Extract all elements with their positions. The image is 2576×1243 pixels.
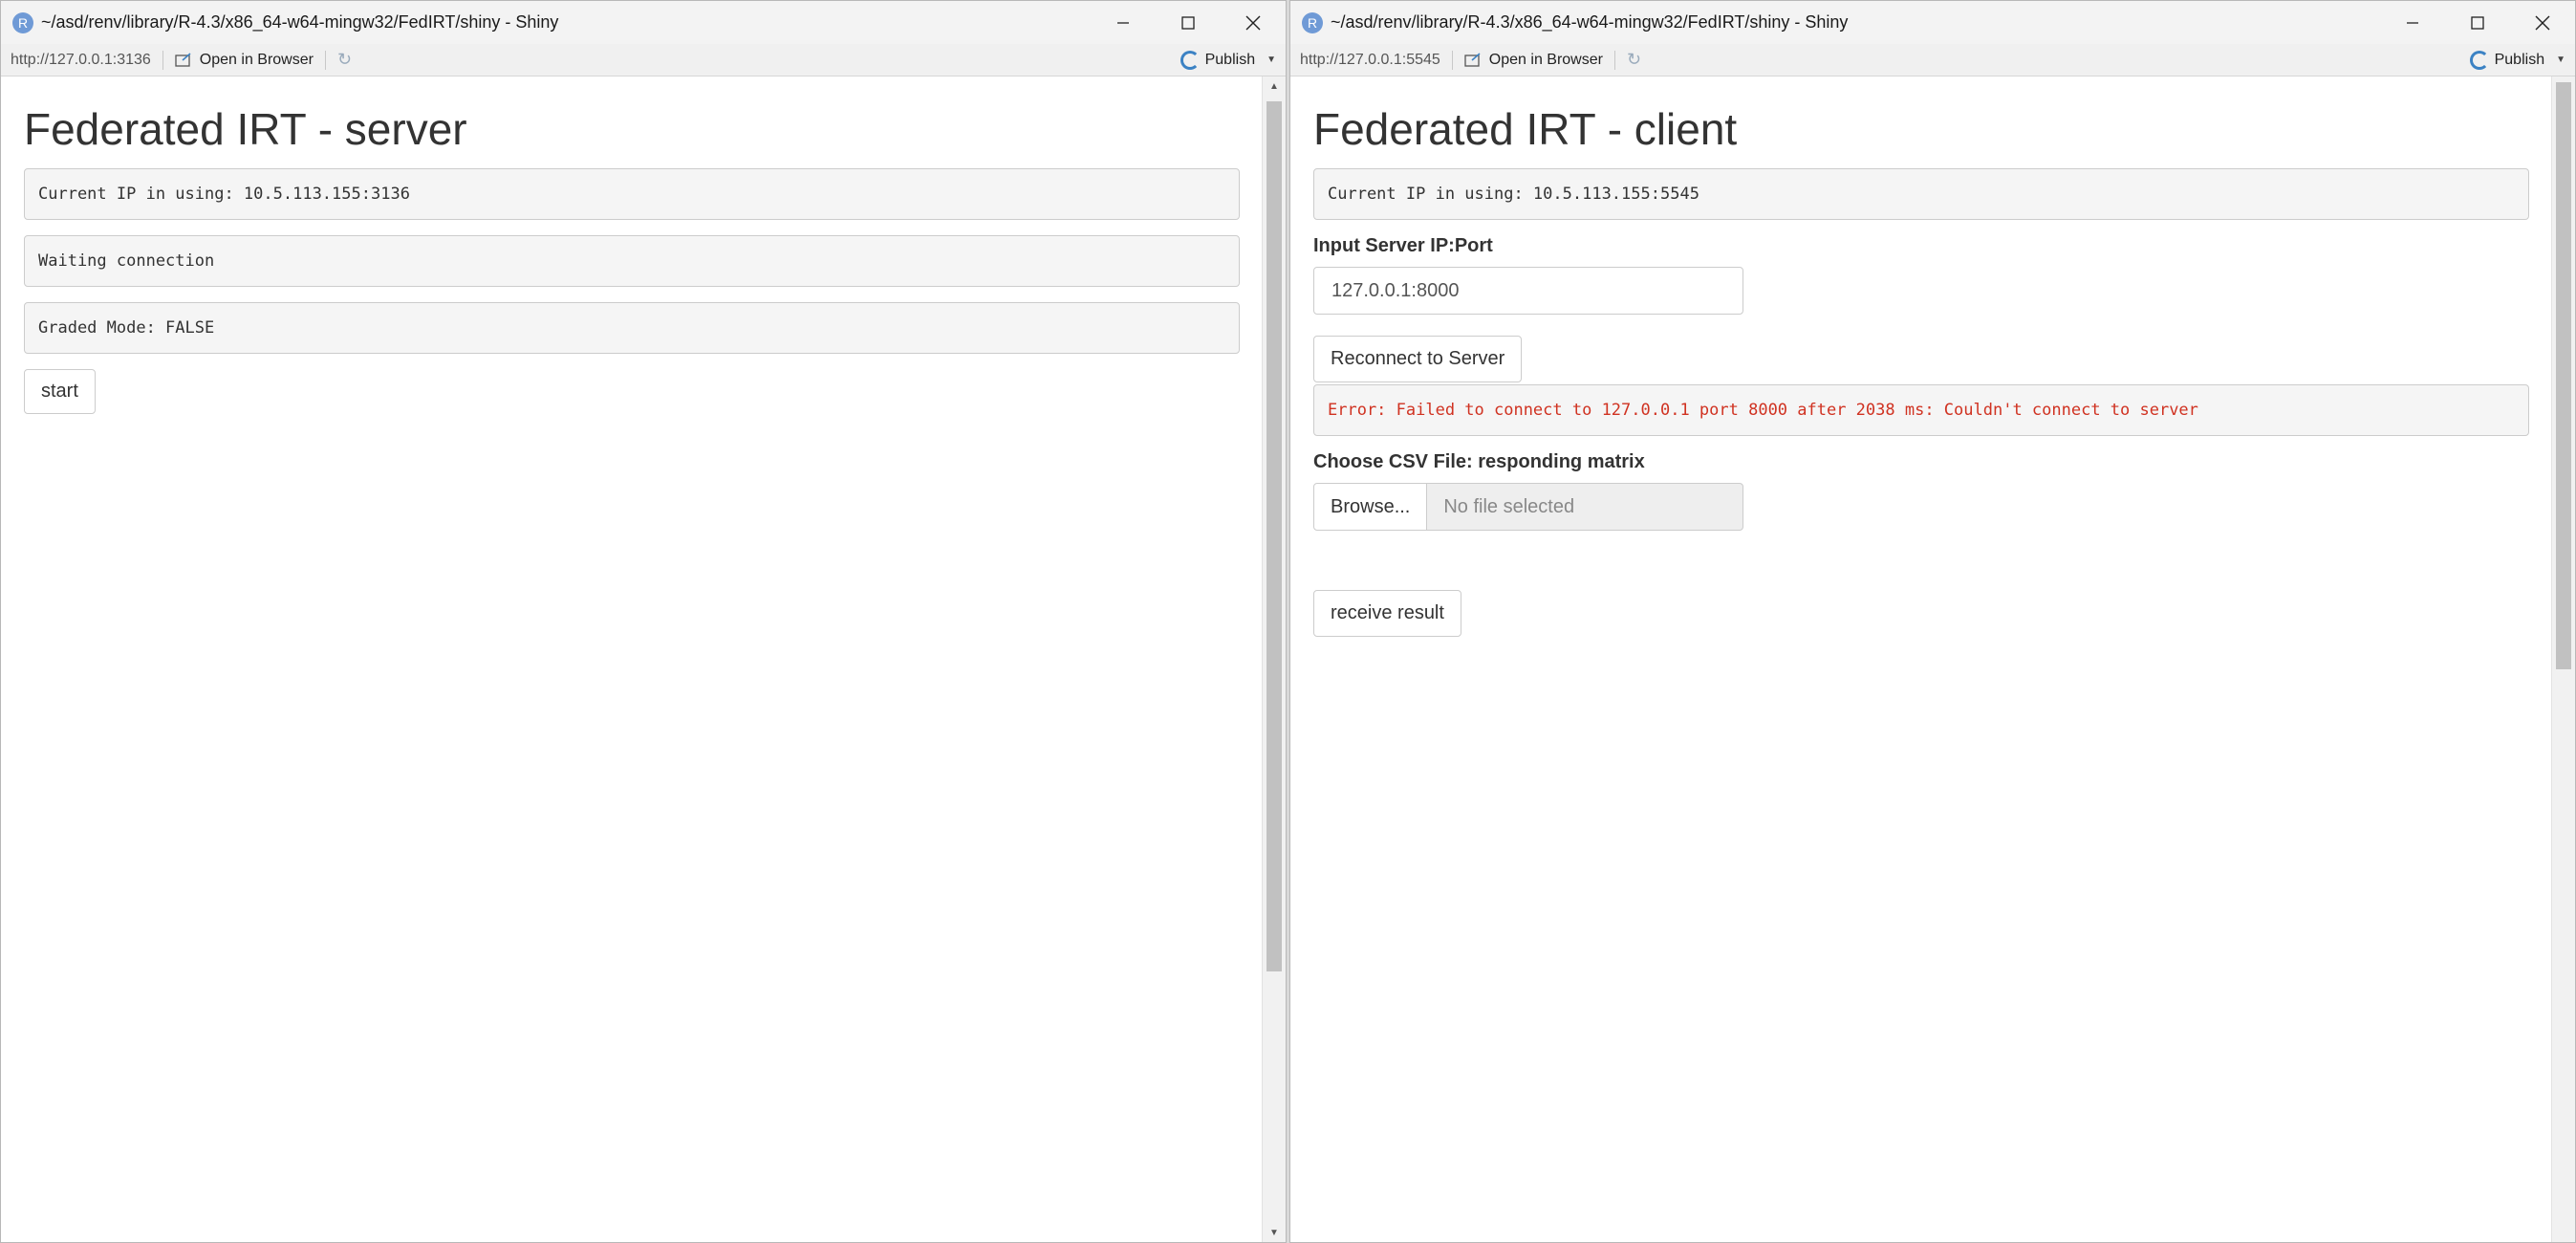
window-controls	[2380, 1, 2575, 44]
minimize-button[interactable]	[1091, 1, 1156, 44]
status-output: Waiting connection	[24, 235, 1240, 287]
title-bar[interactable]: R ~/asd/renv/library/R-4.3/x86_64-w64-mi…	[1, 1, 1286, 44]
scroll-down-icon[interactable]: ▼	[1263, 1223, 1286, 1242]
maximize-icon	[2471, 15, 2484, 30]
publish-label: Publish	[1204, 51, 1256, 68]
publish-button[interactable]: Publish ▼	[2469, 50, 2565, 70]
close-button[interactable]	[1221, 1, 1286, 44]
publish-icon	[2469, 50, 2489, 70]
window-title: ~/asd/renv/library/R-4.3/x86_64-w64-ming…	[41, 12, 559, 32]
ip-output: Current IP in using: 10.5.113.155:5545	[1313, 168, 2529, 220]
maximize-button[interactable]	[2445, 1, 2510, 44]
chevron-down-icon: ▼	[1266, 55, 1276, 65]
viewer-toolbar: http://127.0.0.1:3136 Open in Browser ↻ …	[1, 44, 1286, 76]
page-title: Federated IRT - client	[1313, 104, 1738, 154]
toolbar-divider	[324, 50, 326, 70]
minimize-icon	[2407, 21, 2418, 24]
vertical-scrollbar[interactable]: ▲ ▼	[1262, 76, 1286, 1242]
ip-output: Current IP in using: 10.5.113.155:3136	[24, 168, 1240, 220]
error-output: Error: Failed to connect to 127.0.0.1 po…	[1313, 384, 2529, 436]
url-display: http://127.0.0.1:5545	[1300, 51, 1440, 68]
scroll-up-icon[interactable]: ▲	[1263, 76, 1286, 96]
csv-file-label: Choose CSV File: responding matrix	[1313, 451, 1645, 472]
maximize-button[interactable]	[1156, 1, 1221, 44]
close-icon	[1245, 15, 1261, 30]
open-in-browser-button[interactable]: Open in Browser	[1464, 52, 1603, 69]
scroll-thumb[interactable]	[2556, 82, 2571, 669]
open-in-browser-icon	[1464, 52, 1481, 67]
r-logo-icon: R	[12, 11, 33, 33]
vertical-scrollbar[interactable]	[2551, 76, 2575, 1242]
close-icon	[2535, 15, 2550, 30]
minimize-icon	[1117, 21, 1129, 24]
browse-button[interactable]: Browse...	[1313, 483, 1428, 531]
toolbar-divider	[1613, 50, 1615, 70]
close-button[interactable]	[2510, 1, 2575, 44]
scroll-thumb[interactable]	[1266, 101, 1282, 971]
title-bar[interactable]: R ~/asd/renv/library/R-4.3/x86_64-w64-mi…	[1290, 1, 2575, 44]
start-button[interactable]: start	[24, 369, 96, 414]
maximize-icon	[1181, 15, 1195, 30]
open-in-browser-icon	[175, 52, 191, 67]
minimize-button[interactable]	[2380, 1, 2445, 44]
r-logo-icon: R	[1302, 11, 1323, 33]
viewer-toolbar: http://127.0.0.1:5545 Open in Browser ↻ …	[1290, 44, 2575, 76]
file-name-field: No file selected	[1427, 483, 1743, 531]
window-title: ~/asd/renv/library/R-4.3/x86_64-w64-ming…	[1331, 12, 1849, 32]
refresh-icon[interactable]: ↻	[337, 50, 352, 70]
publish-label: Publish	[2494, 51, 2545, 68]
refresh-icon[interactable]: ↻	[1627, 50, 1641, 70]
open-in-browser-button[interactable]: Open in Browser	[175, 52, 314, 69]
shiny-client-window: R ~/asd/renv/library/R-4.3/x86_64-w64-mi…	[1289, 0, 2576, 1243]
graded-mode-output: Graded Mode: FALSE	[24, 302, 1240, 354]
window-controls	[1091, 1, 1286, 44]
chevron-down-icon: ▼	[2556, 55, 2565, 65]
receive-result-button[interactable]: receive result	[1313, 590, 1461, 637]
page-title: Federated IRT - server	[24, 104, 467, 154]
toolbar-divider	[1451, 50, 1453, 70]
publish-button[interactable]: Publish ▼	[1180, 50, 1276, 70]
shiny-server-window: R ~/asd/renv/library/R-4.3/x86_64-w64-mi…	[0, 0, 1287, 1243]
app-content: Federated IRT - client Current IP in usi…	[1290, 76, 2552, 1242]
app-content: Federated IRT - server Current IP in usi…	[1, 76, 1263, 1242]
toolbar-divider	[162, 50, 163, 70]
publish-icon	[1180, 50, 1200, 70]
reconnect-button[interactable]: Reconnect to Server	[1313, 336, 1523, 382]
csv-file-input: Browse... No file selected	[1313, 483, 1743, 531]
url-display: http://127.0.0.1:3136	[11, 51, 151, 68]
open-in-browser-label: Open in Browser	[1488, 51, 1603, 68]
open-in-browser-label: Open in Browser	[199, 51, 314, 68]
server-ip-input[interactable]: 127.0.0.1:8000	[1313, 267, 1743, 315]
server-input-label: Input Server IP:Port	[1313, 235, 1493, 256]
